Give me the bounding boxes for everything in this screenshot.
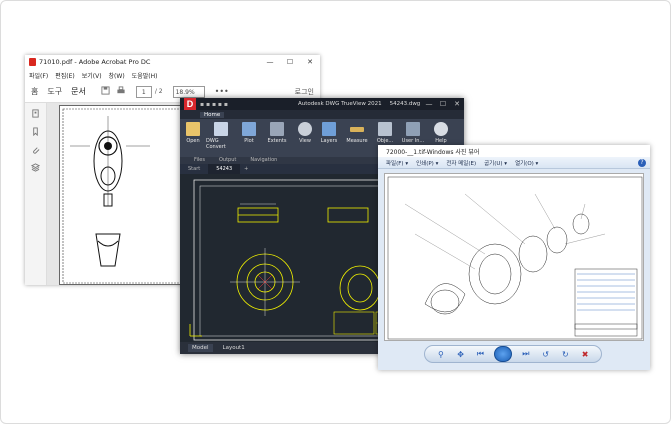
- bookmark-icon[interactable]: [31, 127, 40, 136]
- panel-navigation[interactable]: Navigation: [236, 157, 277, 164]
- menu-file[interactable]: 파일(F): [29, 71, 48, 80]
- quick-access-icons[interactable]: ▪ ▪ ▪ ▪ ▪: [200, 101, 228, 108]
- maximize-icon[interactable]: ☐: [436, 100, 450, 108]
- photo-viewer-title: 72000-__1.tif-Windows 사진 뷰어: [386, 148, 480, 156]
- acrobat-menubar: 파일(F) 편집(E) 보기(V) 창(W) 도움말(H): [25, 69, 320, 81]
- zoom-select[interactable]: 18.9%: [172, 85, 205, 98]
- convert-icon: [214, 122, 228, 136]
- dwg-logo[interactable]: D: [184, 98, 196, 110]
- acrobat-titlebar: 71010.pdf - Adobe Acrobat Pro DC — ☐ ✕: [25, 55, 320, 69]
- dwg-app-name: Autodesk DWG TrueView 2021: [297, 101, 382, 107]
- tab-home[interactable]: 홈: [31, 86, 38, 97]
- zoom-icon[interactable]: ⚲: [435, 348, 447, 360]
- measure-icon: [350, 127, 364, 132]
- menu-print[interactable]: 인쇄(P) ▾: [416, 159, 438, 167]
- plot-icon: [242, 122, 256, 136]
- user-interface-icon: [406, 122, 420, 136]
- dwg-titlebar: D ▪ ▪ ▪ ▪ ▪ Autodesk DWG TrueView 2021 5…: [180, 98, 464, 110]
- layers-button[interactable]: Layers: [318, 122, 340, 144]
- close-icon[interactable]: ✕: [450, 100, 464, 108]
- acrobat-sidebar: [25, 103, 47, 285]
- menu-email[interactable]: 전자 메일(E): [446, 159, 476, 167]
- measure-button[interactable]: Measure: [342, 122, 372, 144]
- extents-icon: [270, 122, 284, 136]
- layers-icon: [322, 122, 336, 136]
- page-thumbnails-icon[interactable]: [31, 109, 40, 118]
- attachment-icon[interactable]: [31, 145, 40, 154]
- dwg-convert-label: DWG Convert: [206, 138, 226, 150]
- photo-viewer-menubar: 파일(F) ▾ 인쇄(P) ▾ 전자 메일(E) 굽기(U) ▾ 열기(O) ▾…: [378, 157, 650, 169]
- tab-home[interactable]: Home: [200, 111, 225, 118]
- menu-edit[interactable]: 편집(E): [55, 71, 75, 80]
- save-icon[interactable]: [101, 86, 110, 97]
- layers-label: Layers: [320, 138, 338, 144]
- view-button[interactable]: View: [294, 122, 316, 144]
- user-interface-button[interactable]: User In...: [398, 122, 428, 144]
- view-label: View: [299, 138, 311, 144]
- next-icon[interactable]: ⏭: [520, 348, 532, 360]
- slideshow-icon[interactable]: [494, 346, 513, 362]
- photo-viewer-titlebar: 72000-__1.tif-Windows 사진 뷰어: [378, 145, 650, 157]
- pdf-page: [59, 105, 189, 285]
- maximize-icon[interactable]: ☐: [280, 58, 300, 66]
- close-icon[interactable]: ✕: [300, 58, 320, 66]
- menu-view[interactable]: 보기(V): [82, 71, 102, 80]
- minimize-icon[interactable]: —: [260, 58, 280, 66]
- actual-size-icon[interactable]: ✥: [455, 348, 467, 360]
- plot-label: Plot: [244, 138, 254, 144]
- dwg-convert-button[interactable]: DWG Convert: [206, 122, 236, 150]
- zoom-value: 18.9%: [175, 88, 195, 96]
- tab-model[interactable]: Model: [188, 344, 213, 352]
- pdf-drawing: [62, 108, 188, 284]
- page-total: / 2: [154, 88, 163, 95]
- menu-window[interactable]: 창(W): [109, 71, 125, 80]
- open-icon: [186, 122, 200, 136]
- help-label: Help: [435, 138, 447, 144]
- view-icon: [298, 122, 312, 136]
- user-interface-label: User In...: [401, 138, 425, 144]
- tab-layout1[interactable]: Layout1: [219, 344, 249, 352]
- help-icon: [434, 122, 448, 136]
- panel-files[interactable]: Files: [180, 157, 205, 164]
- dwg-file-name: 54243.dwg: [389, 101, 421, 107]
- delete-icon[interactable]: ✖: [579, 348, 591, 360]
- menu-help[interactable]: 도움말(H): [132, 71, 158, 80]
- photo-viewer-toolbar: ⚲ ✥ ⏮ ⏭ ↺ ↻ ✖: [424, 345, 602, 363]
- plot-button[interactable]: Plot: [238, 122, 260, 144]
- dwg-ribbon-tabs: Home: [180, 110, 464, 119]
- object-label: Obje...: [376, 138, 394, 144]
- login-button[interactable]: 로그인: [295, 87, 314, 97]
- page-number-input[interactable]: 1: [135, 85, 152, 98]
- print-icon[interactable]: [116, 86, 126, 97]
- tab-start[interactable]: Start: [180, 164, 208, 174]
- more-tools-button[interactable]: •••: [215, 87, 229, 96]
- measure-label: Measure: [346, 138, 368, 144]
- tab-tools[interactable]: 도구: [47, 86, 62, 97]
- open-button[interactable]: Open: [182, 122, 204, 144]
- photo-viewer-window: 72000-__1.tif-Windows 사진 뷰어 파일(F) ▾ 인쇄(P…: [378, 145, 650, 370]
- acrobat-title: 71010.pdf - Adobe Acrobat Pro DC: [39, 58, 151, 66]
- help-button[interactable]: Help: [430, 122, 452, 144]
- object-button[interactable]: Obje...: [374, 122, 396, 144]
- extents-label: Extents: [267, 138, 287, 144]
- panel-output[interactable]: Output: [205, 157, 236, 164]
- extents-button[interactable]: Extents: [262, 122, 292, 144]
- layers-icon[interactable]: [31, 163, 40, 172]
- help-icon[interactable]: ?: [638, 158, 646, 167]
- menu-open[interactable]: 열기(O) ▾: [515, 159, 538, 167]
- new-tab-icon[interactable]: +: [240, 166, 248, 172]
- photo-viewer-image[interactable]: [384, 173, 644, 341]
- menu-burn[interactable]: 굽기(U) ▾: [484, 159, 507, 167]
- menu-file[interactable]: 파일(F) ▾: [386, 159, 408, 167]
- exploded-view-drawing: [387, 176, 643, 340]
- open-label: Open: [186, 138, 200, 144]
- rotate-left-icon[interactable]: ↺: [540, 348, 552, 360]
- minimize-icon[interactable]: —: [422, 100, 436, 108]
- rotate-right-icon[interactable]: ↻: [559, 348, 571, 360]
- pdf-file-icon: [29, 58, 36, 66]
- tab-file[interactable]: 54243: [208, 164, 241, 174]
- previous-icon[interactable]: ⏮: [474, 348, 486, 360]
- tab-document[interactable]: 문서: [71, 86, 86, 97]
- object-icon: [378, 122, 392, 136]
